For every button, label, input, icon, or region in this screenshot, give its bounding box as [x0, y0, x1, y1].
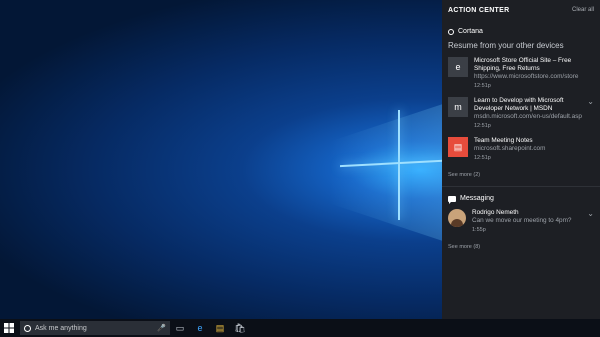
windows-icon [4, 323, 14, 333]
office-icon: ▤ [448, 137, 468, 157]
notification-title: Microsoft Store Official Site – Free Shi… [474, 57, 572, 72]
notification-item[interactable]: ▤ Team Meeting Notes microsoft.sharepoin… [448, 137, 594, 162]
cortana-group: Cortana Resume from your other devices e… [442, 28, 600, 178]
edge-icon[interactable]: e [190, 319, 210, 337]
notification-url: https://www.microsoftstore.com/store [474, 73, 579, 80]
notification-item[interactable]: m Learn to Develop with Microsoft Develo… [448, 97, 594, 130]
notification-time: 12:51p [474, 123, 491, 129]
notification-time: 12:51p [474, 155, 491, 161]
notification-url: microsoft.sharepoint.com [474, 145, 546, 152]
messaging-header[interactable]: Messaging [448, 195, 594, 204]
chevron-down-icon[interactable]: ⌄ [584, 209, 594, 234]
see-more-link[interactable]: See more (8) [448, 244, 594, 250]
notification-url: msdn.microsoft.com/en-us/default.asp [474, 113, 582, 120]
taskbar: Ask me anything 🎤 ▭ e ▤ 🛍 [0, 319, 600, 337]
cortana-header[interactable]: Cortana [448, 28, 594, 35]
message-time: 1:55p [472, 227, 486, 233]
messaging-group: Messaging Rodrigo Nemeth Can we move our… [442, 195, 600, 250]
message-icon [448, 195, 456, 204]
edge-icon: e [448, 57, 468, 77]
file-explorer-icon[interactable]: ▤ [210, 319, 230, 337]
msdn-icon: m [448, 97, 468, 117]
see-more-link[interactable]: See more (2) [448, 172, 594, 178]
messaging-label: Messaging [460, 195, 494, 202]
notification-item[interactable]: e Microsoft Store Official Site – Free S… [448, 57, 594, 90]
cortana-icon [448, 28, 454, 35]
search-input[interactable]: Ask me anything [35, 325, 157, 332]
microphone-icon[interactable]: 🎤 [157, 324, 166, 332]
resume-text: Resume from your other devices [448, 41, 564, 50]
cortana-search-box[interactable]: Ask me anything 🎤 [20, 321, 170, 335]
message-text: Can we move our meeting to 4pm? [472, 217, 572, 224]
action-center-header: ACTION CENTER Clear all [442, 0, 600, 20]
windows-logo-line-vertical [398, 110, 400, 220]
start-button[interactable] [0, 319, 18, 337]
action-center-title: ACTION CENTER [448, 6, 510, 14]
clear-all-link[interactable]: Clear all [572, 7, 594, 13]
notification-time: 12:51p [474, 83, 491, 89]
task-view-icon[interactable]: ▭ [170, 319, 190, 337]
divider [442, 186, 600, 187]
chevron-down-icon[interactable]: ⌄ [584, 97, 594, 130]
avatar [448, 209, 466, 227]
notification-title: Team Meeting Notes [474, 137, 533, 144]
message-sender: Rodrigo Nemeth [472, 209, 519, 216]
action-center-panel: ACTION CENTER Clear all Cortana Resume f… [442, 0, 600, 319]
store-icon[interactable]: 🛍 [230, 319, 250, 337]
message-item[interactable]: Rodrigo Nemeth Can we move our meeting t… [448, 209, 594, 234]
cortana-icon [24, 324, 31, 332]
notification-title: Learn to Develop with Microsoft Develope… [474, 97, 564, 112]
cortana-label: Cortana [458, 28, 483, 35]
